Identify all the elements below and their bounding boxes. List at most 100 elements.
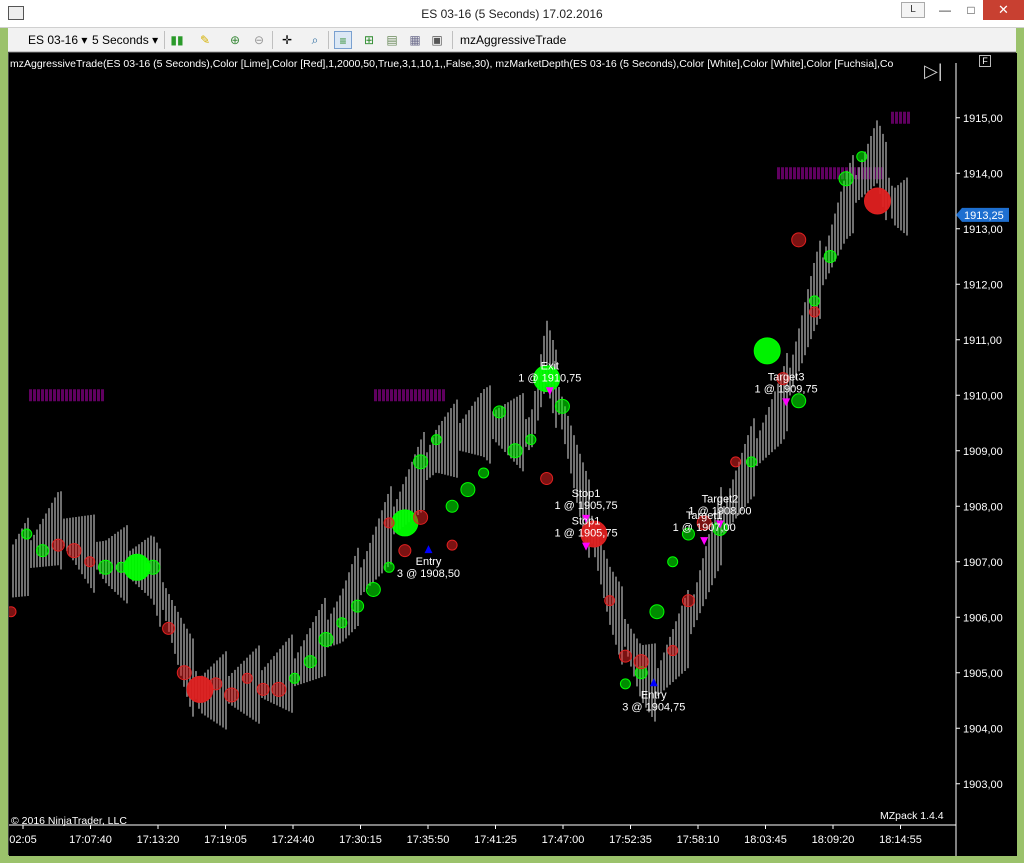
sell-aggressive-trade [681,594,695,608]
market-depth-cell [418,389,421,402]
pencil-icon[interactable]: ✎ [196,31,214,49]
market-depth-cell [793,167,796,180]
buy-aggressive-trade [445,499,459,513]
market-depth-cell [394,389,397,402]
buy-aggressive-trade [430,434,442,446]
buy-aggressive-trade [808,295,820,307]
market-depth-cell [817,167,820,180]
chart-style-icon[interactable]: ▤ [383,31,401,49]
maximize-button[interactable]: □ [960,0,982,20]
sell-aggressive-trade [186,675,214,703]
sell-aggressive-trade [383,517,395,529]
indicator-name[interactable]: mzAggressiveTrade [460,31,566,49]
sell-aggressive-trade [209,677,223,691]
sell-aggressive-trade [413,509,429,525]
market-depth-cell [442,389,445,402]
buy-aggressive-trade [667,556,679,568]
market-depth-cell [81,389,84,402]
bar-type-icon[interactable]: ▮▮ [168,31,186,49]
price-axis-label: 1911,00 [963,335,1002,347]
market-depth-cell [73,389,76,402]
market-depth-cell [378,389,381,402]
chevron-down-icon: ▾ [81,33,88,47]
data-box-icon[interactable]: ▦ [406,31,424,49]
sell-aggressive-trade [604,595,616,607]
strategies-icon[interactable]: ⊞ [360,31,378,49]
market-depth-cell [414,389,417,402]
buy-aggressive-trade [791,393,807,409]
market-depth-cell [89,389,92,402]
buy-aggressive-trade [856,151,868,163]
sell-aggressive-trade [241,672,253,684]
market-depth-cell [390,389,393,402]
price-chart[interactable]: 1915,00 1914,00 1913,00 1912,00 1911,00 1910,… [5,53,1017,856]
price-axis-label: 1908,00 [963,501,1003,513]
trade-detail: 3 @ 1908,50 [397,568,460,580]
time-axis-label: 17:41:25 [474,834,517,846]
interval-selector[interactable]: 5 Seconds ▾ [92,31,158,49]
title-bar: ES 03-16 (5 Seconds) 17.02.2016 L — □ ✕ [0,0,1024,28]
market-depth-cell [789,167,792,180]
crosshair-icon[interactable]: ✛ [278,31,296,49]
buy-aggressive-trade [478,467,490,479]
market-depth-cell [402,389,405,402]
chevron-down-icon: ▾ [152,33,159,47]
buy-aggressive-trade [460,482,476,498]
buy-aggressive-trade [753,337,781,365]
trade-detail: 1 @ 1905,75 [554,528,617,540]
market-depth-cell [785,167,788,180]
sell-aggressive-trade [446,539,458,551]
market-depth-cell [781,167,784,180]
f-button[interactable]: F [979,55,991,67]
trade-label: Target1 [686,510,723,522]
market-depth-cell [891,111,894,124]
time-axis-label: 17:52:35 [609,834,652,846]
window-frame-bottom [0,855,1024,863]
buy-aggressive-trade [145,559,161,575]
market-depth-cell [833,167,836,180]
trade-detail: 1 @ 1907,00 [673,522,736,534]
indicators-icon[interactable]: ≡ [334,31,352,49]
buy-aggressive-trade [838,171,854,187]
time-axis-label: 17:30:15 [339,834,382,846]
trade-detail: 1 @ 1909,75 [755,383,818,395]
time-axis-label: 18:14:55 [879,834,922,846]
toolbar-separator [164,31,165,49]
close-button[interactable]: ✕ [983,0,1024,20]
buy-aggressive-trade [36,544,50,558]
chart-panel[interactable]: 1915,00 1914,00 1913,00 1912,00 1911,00 1910,… [5,52,1017,856]
market-depth-cell [85,389,88,402]
time-axis-label: 17:58:10 [677,834,720,846]
market-depth-cell [57,389,60,402]
minimize-button[interactable]: — [933,0,957,20]
trade-label: Target3 [768,371,805,383]
buy-aggressive-trade [318,631,334,647]
buy-aggressive-trade [823,250,837,263]
zoom-out-icon[interactable]: ⊖ [250,31,268,49]
time-axis-label: 17:35:50 [407,834,450,846]
market-depth-cell [93,389,96,402]
market-depth-cell [907,111,910,124]
properties-icon[interactable]: ▣ [428,31,446,49]
market-depth-cell [801,167,804,180]
market-depth-cell [41,389,44,402]
interval-label: 5 Seconds [92,33,149,47]
time-axis-label: 17:47:00 [542,834,585,846]
buy-aggressive-trade [289,672,301,684]
trade-label: Stop1 [572,488,601,500]
market-depth-cell [382,389,385,402]
market-depth-cell [37,389,40,402]
toolbar-separator [452,31,453,49]
window-frame-left [0,28,8,863]
sell-aggressive-trade [224,687,240,703]
magnifier-icon[interactable]: ⌕ [306,31,324,49]
sell-aggressive-trade [633,654,649,670]
instrument-selector[interactable]: ES 03-16 ▾ [28,31,87,49]
zoom-in-icon[interactable]: ⊕ [226,31,244,49]
link-button[interactable]: L [901,2,925,18]
scroll-forward-icon[interactable]: ▷| [924,61,943,82]
price-axis-label: 1913,00 [963,224,1003,236]
buy-aggressive-trade [492,405,506,419]
price-axis-label: 1909,00 [963,446,1003,458]
price-axis-label: 1906,00 [963,612,1003,624]
